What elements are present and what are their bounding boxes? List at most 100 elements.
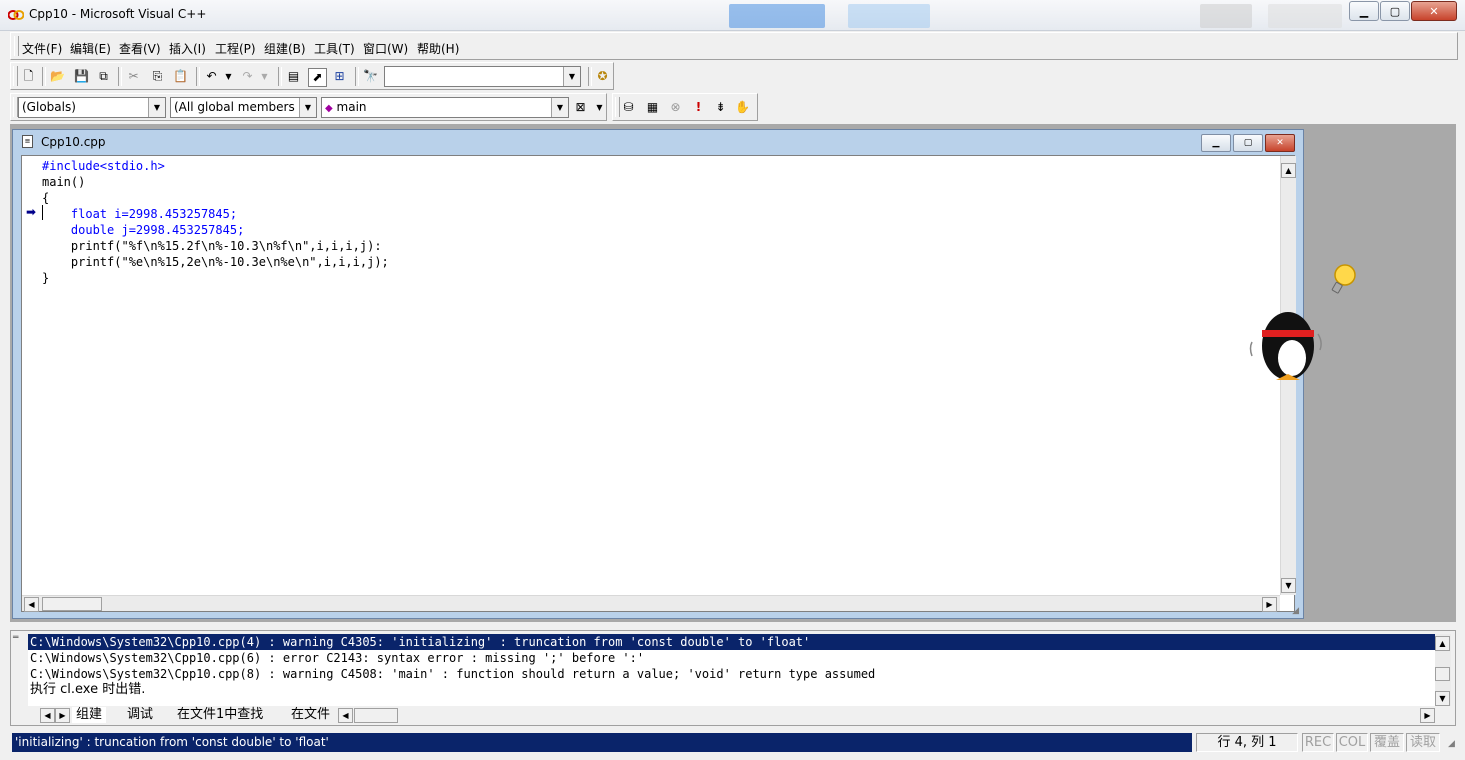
toolbar-separator [278, 67, 282, 86]
filter-combo[interactable]: (All global members ▼ [170, 97, 317, 118]
tab-build[interactable]: 组建 [72, 707, 107, 723]
output-line[interactable]: C:\Windows\System32\Cpp10.cpp(8) : warni… [28, 666, 1435, 682]
source-code[interactable]: #include<stdio.h> main() { float i=2998.… [42, 158, 389, 286]
editor-close-button[interactable]: ✕ [1265, 134, 1295, 152]
scroll-down-icon[interactable]: ▼ [1435, 691, 1450, 706]
open-folder-icon[interactable]: 📂 [49, 68, 66, 85]
chevron-down-icon[interactable]: ▼ [148, 98, 165, 117]
output-window-icon[interactable]: ⬈ [308, 68, 327, 87]
redo-dropdown-icon[interactable]: ▼ [256, 68, 273, 85]
menu-file[interactable]: 文件(F) [22, 40, 62, 57]
tab-debug[interactable]: 调试 [127, 707, 153, 723]
lightbulb-icon[interactable] [1329, 262, 1359, 296]
diamond-icon: ◆ [325, 103, 333, 114]
output-vertical-scrollbar[interactable]: ▲ ▼ [1435, 634, 1451, 706]
scroll-up-icon[interactable]: ▲ [1281, 163, 1296, 178]
resize-grip-icon[interactable]: ◢ [1292, 606, 1299, 616]
menu-grip[interactable] [14, 36, 19, 56]
output-line[interactable]: C:\Windows\System32\Cpp10.cpp(6) : error… [28, 650, 1435, 666]
blurred-region [729, 4, 825, 28]
wizard-action-icon[interactable]: ⊠ [572, 99, 589, 116]
window-list-icon[interactable]: ⊞ [331, 68, 348, 85]
wizard-action-dropdown-icon[interactable]: ▼ [591, 99, 608, 116]
editor-gutter[interactable] [22, 156, 42, 594]
scroll-thumb[interactable] [1435, 667, 1450, 681]
maximize-button[interactable]: ▢ [1380, 1, 1410, 21]
scroll-left-icon[interactable]: ◀ [24, 597, 39, 612]
save-all-icon[interactable]: ⧉ [95, 68, 112, 85]
title-bar[interactable]: Cpp10 - Microsoft Visual C++ ▁ ▢ ✕ [0, 0, 1465, 31]
tab-scroll-left-icon[interactable]: ◀ [40, 708, 55, 723]
build-icon[interactable]: ▦ [644, 99, 661, 116]
execute-icon[interactable]: ! [690, 99, 707, 116]
editor-horizontal-scrollbar[interactable]: ◀ ▶ [22, 595, 1280, 612]
tab-find-in-files-2[interactable]: 在文件 [291, 707, 330, 723]
toolbar-separator [588, 67, 592, 86]
menu-edit[interactable]: 编辑(E) [70, 40, 111, 57]
code-editor[interactable]: ➡ #include<stdio.h> main() { float i=299… [21, 155, 1296, 612]
pane-grip[interactable]: ═ [13, 633, 18, 643]
chevron-down-icon[interactable]: ▼ [563, 67, 580, 86]
code-line: printf("%e\n%15,2e\n%-10.3e\n%e\n",i,i,i… [42, 255, 389, 269]
close-button[interactable]: ✕ [1411, 1, 1457, 21]
window-title: Cpp10 - Microsoft Visual C++ [29, 7, 207, 21]
menu-help[interactable]: 帮助(H) [417, 40, 459, 57]
output-tabs: ◀ ▶ 组建 调试 在文件1中查找 在文件 ◀ ▶ [28, 707, 1452, 724]
undo-dropdown-icon[interactable]: ▼ [220, 68, 237, 85]
chevron-down-icon[interactable]: ▼ [299, 98, 316, 117]
editor-minimize-button[interactable]: ▁ [1201, 134, 1231, 152]
scroll-thumb[interactable] [42, 597, 102, 611]
menu-window[interactable]: 窗口(W) [363, 40, 408, 57]
workspace-icon[interactable]: ▤ [285, 68, 302, 85]
scroll-thumb[interactable] [354, 708, 398, 723]
qq-penguin-mascot-icon[interactable] [1248, 304, 1324, 388]
go-icon[interactable]: ⇟ [712, 99, 729, 116]
tab-find-in-files-1[interactable]: 在文件1中查找 [177, 707, 263, 723]
editor-restore-button[interactable]: ▢ [1233, 134, 1263, 152]
save-icon[interactable]: 💾 [73, 68, 90, 85]
menu-tools[interactable]: 工具(T) [314, 40, 355, 57]
menu-view[interactable]: 查看(V) [119, 40, 161, 57]
menu-bar: 文件(F) 编辑(E) 查看(V) 插入(I) 工程(P) 组建(B) 工具(T… [10, 32, 1458, 60]
toolbar-grip[interactable] [13, 66, 18, 86]
new-text-file-icon[interactable]: 🗋 [20, 68, 37, 85]
cut-icon[interactable]: ✂ [125, 68, 142, 85]
scroll-right-icon[interactable]: ▶ [1262, 597, 1277, 612]
redo-icon[interactable]: ↷ [239, 68, 256, 85]
chevron-down-icon[interactable]: ▼ [551, 98, 568, 117]
member-combo[interactable]: ◆ main ▼ [321, 97, 569, 118]
tab-scroll-right-icon[interactable]: ▶ [55, 708, 70, 723]
stop-build-icon[interactable]: ⊗ [667, 99, 684, 116]
class-combo-value: (Globals) [22, 100, 76, 114]
copy-icon[interactable]: ⎘ [149, 68, 166, 85]
scroll-left-icon[interactable]: ◀ [338, 708, 353, 723]
compile-icon[interactable]: ⛁ [620, 99, 637, 116]
status-bar: 'initializing' : truncation from 'const … [0, 731, 1465, 760]
resize-grip-icon[interactable]: ◢ [1448, 739, 1455, 749]
find-in-files-icon[interactable]: 🔭 [362, 68, 379, 85]
scroll-down-icon[interactable]: ▼ [1281, 578, 1296, 593]
scroll-up-icon[interactable]: ▲ [1435, 636, 1450, 651]
menu-build[interactable]: 组建(B) [264, 40, 306, 57]
output-line[interactable]: C:\Windows\System32\Cpp10.cpp(4) : warni… [28, 634, 1435, 650]
toolbar-separator [196, 67, 200, 86]
output-list[interactable]: C:\Windows\System32\Cpp10.cpp(4) : warni… [28, 634, 1435, 706]
code-line-text: #include<stdio.h> [42, 159, 165, 173]
undo-icon[interactable]: ↶ [203, 68, 220, 85]
blurred-region [1200, 4, 1252, 28]
status-overwrite: 覆盖 [1370, 733, 1404, 752]
class-combo[interactable]: (Globals) ▼ [18, 97, 166, 118]
output-line[interactable]: 执行 cl.exe 时出错. [28, 682, 1435, 698]
paste-icon[interactable]: 📋 [172, 68, 189, 85]
menu-project[interactable]: 工程(P) [215, 40, 256, 57]
menu-insert[interactable]: 插入(I) [169, 40, 206, 57]
find-icon[interactable]: ✪ [594, 68, 611, 85]
code-line: main() [42, 175, 86, 189]
editor-title-bar[interactable]: ≡ Cpp10.cpp ▁ ▢ ✕ [13, 130, 1303, 154]
minimize-button[interactable]: ▁ [1349, 1, 1379, 21]
blurred-region [1268, 4, 1342, 28]
find-combo[interactable]: ▼ [384, 66, 581, 87]
breakpoint-icon[interactable]: ✋ [734, 99, 751, 116]
code-line: #include<stdio.h> [42, 159, 165, 173]
scroll-right-icon[interactable]: ▶ [1420, 708, 1435, 723]
